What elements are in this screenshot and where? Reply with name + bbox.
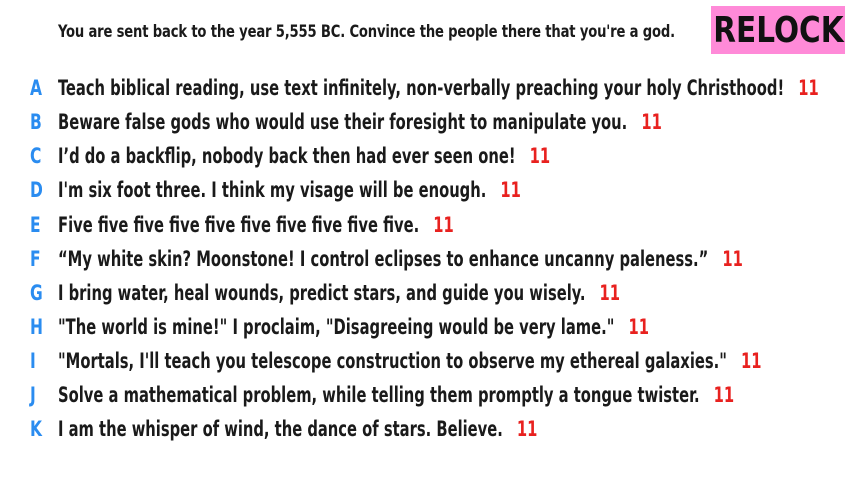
answer-text: Beware false gods who would use their fo… — [58, 110, 628, 134]
answer-line: Beware false gods who would use their fo… — [58, 110, 662, 134]
answer-row-a[interactable]: A Teach biblical reading, use text infin… — [0, 70, 853, 104]
answer-row-e[interactable]: E Five five five five five five five fiv… — [0, 207, 853, 241]
answer-row-c[interactable]: C I’d do a backflip, nobody back then ha… — [0, 138, 853, 172]
answer-letter: I — [30, 349, 36, 373]
answer-text: I'm six foot three. I think my visage wi… — [58, 178, 487, 202]
answer-letter: K — [30, 417, 43, 441]
answer-score: 11 — [529, 144, 551, 168]
answer-score: 11 — [599, 281, 621, 305]
answer-letter: H — [30, 315, 43, 339]
answer-score: 11 — [628, 315, 649, 339]
answer-text: Solve a mathematical problem, while tell… — [58, 383, 700, 407]
answer-score: 11 — [433, 213, 454, 237]
prompt-text: You are sent back to the year 5,555 BC. … — [58, 22, 675, 42]
answer-line: I’d do a backflip, nobody back then had … — [58, 144, 550, 168]
answer-line: Five five five five five five five five … — [58, 213, 454, 237]
answer-text: "Mortals, I'll teach you telescope const… — [58, 349, 727, 373]
answer-line: "The world is mine!" I proclaim, "Disagr… — [58, 315, 649, 339]
answer-letter: J — [30, 383, 36, 407]
answer-letter: B — [30, 110, 42, 134]
answer-letter: F — [30, 247, 41, 271]
answer-line: "Mortals, I'll teach you telescope const… — [58, 349, 761, 373]
answer-line: Teach biblical reading, use text infinit… — [58, 76, 819, 100]
answer-row-h[interactable]: H "The world is mine!" I proclaim, "Disa… — [0, 309, 853, 343]
answer-row-f[interactable]: F “My white skin? Moonstone! I control e… — [0, 241, 853, 275]
answer-letter: G — [30, 281, 43, 305]
answer-row-k[interactable]: K I am the whisper of wind, the dance of… — [0, 411, 853, 445]
answer-letter: C — [30, 144, 42, 168]
answer-score: 11 — [798, 76, 819, 100]
answer-row-g[interactable]: G I bring water, heal wounds, predict st… — [0, 275, 853, 309]
answer-letter: E — [30, 213, 41, 237]
answer-score: 11 — [722, 247, 743, 271]
answer-score: 11 — [740, 349, 762, 373]
answer-line: I bring water, heal wounds, predict star… — [58, 281, 620, 305]
relock-badge[interactable]: RELOCK — [711, 6, 845, 54]
answer-line: I am the whisper of wind, the dance of s… — [58, 417, 537, 441]
answer-line: “My white skin? Moonstone! I control ecl… — [58, 247, 743, 271]
answer-text: I bring water, heal wounds, predict star… — [58, 281, 586, 305]
answer-score: 11 — [641, 110, 662, 134]
answer-row-j[interactable]: J Solve a mathematical problem, while te… — [0, 377, 853, 411]
answer-line: I'm six foot three. I think my visage wi… — [58, 178, 521, 202]
answer-text: Teach biblical reading, use text infinit… — [58, 76, 785, 100]
answer-score: 11 — [713, 383, 735, 407]
answer-text: I’d do a backflip, nobody back then had … — [58, 144, 516, 168]
answer-row-d[interactable]: D I'm six foot three. I think my visage … — [0, 172, 853, 206]
answer-text: “My white skin? Moonstone! I control ecl… — [58, 247, 709, 271]
answer-text: I am the whisper of wind, the dance of s… — [58, 417, 503, 441]
answer-row-i[interactable]: I "Mortals, I'll teach you telescope con… — [0, 343, 853, 377]
answer-text: Five five five five five five five five … — [58, 213, 420, 237]
answer-score: 11 — [500, 178, 521, 202]
answer-letter: D — [30, 178, 43, 202]
relock-label: RELOCK — [712, 9, 844, 51]
answer-score: 11 — [516, 417, 538, 441]
answer-row-b[interactable]: B Beware false gods who would use their … — [0, 104, 853, 138]
answer-letter: A — [30, 76, 42, 100]
answer-text: "The world is mine!" I proclaim, "Disagr… — [58, 315, 615, 339]
answer-line: Solve a mathematical problem, while tell… — [58, 383, 734, 407]
